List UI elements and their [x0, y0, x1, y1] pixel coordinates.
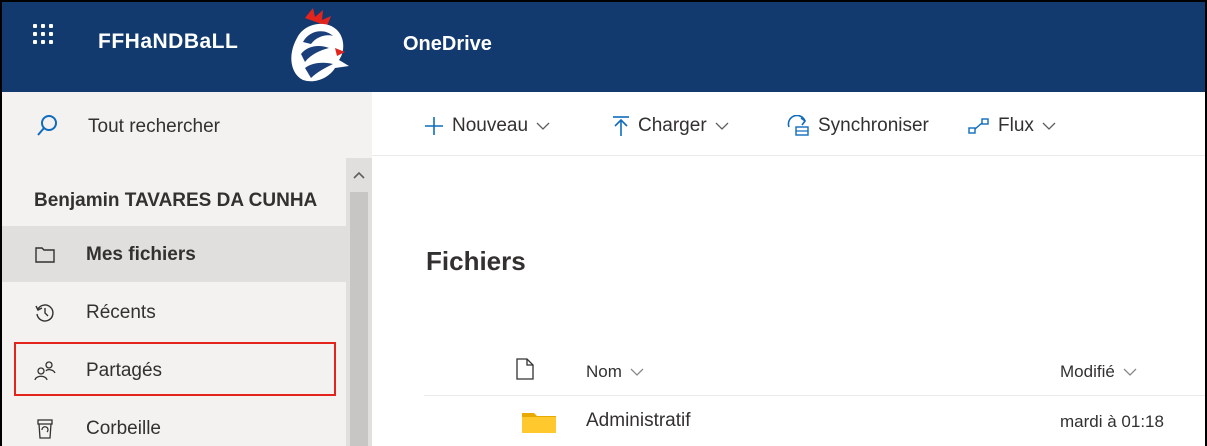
- chevron-down-icon: [536, 122, 550, 130]
- scroll-up-icon[interactable]: [351, 168, 367, 182]
- chevron-down-icon: [630, 368, 644, 376]
- plus-icon: [425, 117, 443, 135]
- sidebar-item-recycle-bin[interactable]: Corbeille: [0, 400, 346, 446]
- modified-date: mardi à 01:18: [1060, 412, 1164, 431]
- main-content: Fichiers Nom Modifié Administratif mardi…: [372, 156, 1207, 446]
- flow-label: Flux: [998, 115, 1034, 136]
- suite-header: FFHaNDBaLL OneDrive: [0, 0, 1207, 92]
- sidebar-item-shared[interactable]: Partagés: [0, 342, 346, 398]
- column-header-name[interactable]: Nom: [586, 362, 644, 382]
- new-button[interactable]: Nouveau: [424, 112, 550, 140]
- sidebar-item-my-files[interactable]: Mes fichiers: [0, 226, 346, 282]
- sync-icon: [787, 115, 809, 136]
- recycle-bin-icon: [37, 419, 53, 439]
- flow-icon: [968, 118, 989, 134]
- column-modified-label: Modifié: [1060, 362, 1115, 381]
- chevron-down-icon: [1042, 122, 1056, 130]
- app-title[interactable]: OneDrive: [403, 33, 492, 56]
- search-placeholder: Tout rechercher: [88, 116, 221, 137]
- upload-icon: [613, 116, 629, 136]
- recent-icon: [35, 304, 54, 322]
- user-name: Benjamin TAVARES DA CUNHA: [34, 190, 318, 211]
- sidebar-item-label: Corbeille: [86, 418, 161, 439]
- page-title: Fichiers: [426, 246, 526, 276]
- sidebar-item-label: Partagés: [86, 360, 163, 381]
- new-label: Nouveau: [452, 115, 529, 136]
- sync-button[interactable]: Synchroniser: [786, 112, 929, 140]
- sidebar-item-recent[interactable]: Récents: [0, 284, 346, 340]
- chevron-down-icon: [1123, 368, 1137, 376]
- column-header-modified[interactable]: Modifié: [1060, 362, 1137, 382]
- brand-name: FFHaNDBaLL: [98, 30, 239, 53]
- nav-scrollbar-thumb[interactable]: [350, 192, 368, 446]
- app-launcher-icon[interactable]: [33, 24, 59, 50]
- list-header: Nom Modifié: [424, 346, 1207, 396]
- search-box[interactable]: Tout rechercher: [0, 92, 372, 158]
- upload-button[interactable]: Charger: [612, 112, 729, 140]
- shared-icon: [34, 361, 56, 381]
- file-type-icon[interactable]: [516, 358, 534, 380]
- flow-button[interactable]: Flux: [968, 112, 1056, 140]
- folder-icon: [522, 413, 556, 433]
- left-nav: Tout rechercher Benjamin TAVARES DA CUNH…: [0, 92, 372, 446]
- upload-label: Charger: [638, 115, 707, 136]
- folder-icon: [35, 247, 55, 263]
- file-name[interactable]: Administratif: [586, 410, 691, 432]
- rooster-logo-icon: [291, 8, 349, 82]
- command-bar: Nouveau Charger Synchroniser Flux: [372, 92, 1207, 156]
- column-name-label: Nom: [586, 362, 622, 381]
- sidebar-item-label: Mes fichiers: [86, 244, 196, 265]
- sync-label: Synchroniser: [818, 115, 929, 136]
- chevron-down-icon: [715, 122, 729, 130]
- search-icon: [37, 115, 57, 136]
- list-item[interactable]: Administratif mardi à 01:18: [424, 396, 1207, 446]
- sidebar-item-label: Récents: [86, 302, 156, 323]
